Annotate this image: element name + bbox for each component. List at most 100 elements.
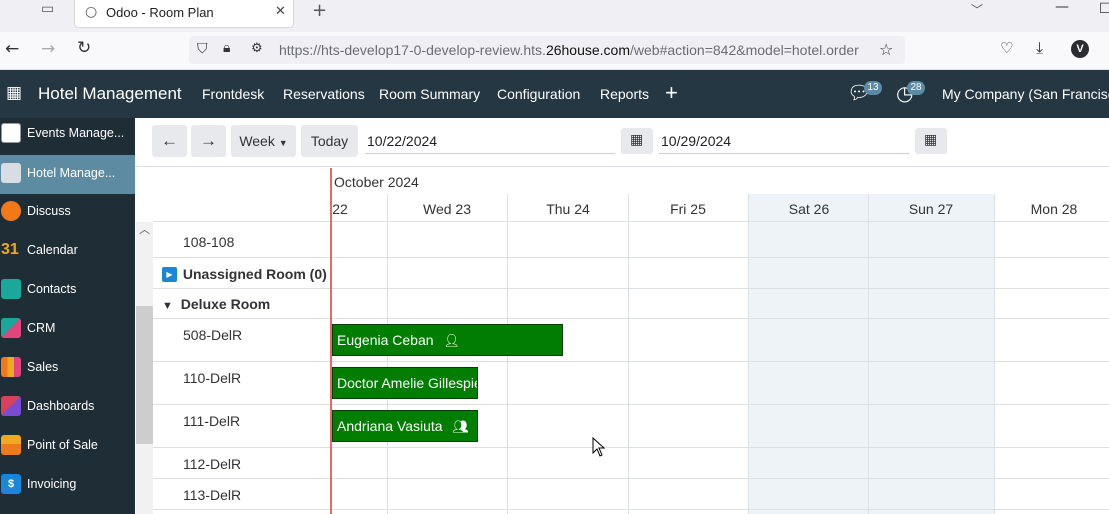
- sidebar-item-hotel[interactable]: Hotel Manage...: [0, 155, 135, 194]
- sidebar-item-contacts[interactable]: Contacts: [0, 271, 135, 310]
- sidebar-item-label: Calendar: [27, 243, 78, 257]
- calendar-picker-icon: ▦: [924, 132, 938, 148]
- unassigned-room-row[interactable]: ▶ Unassigned Room (0): [162, 265, 327, 282]
- start-date-picker-button[interactable]: ▦: [621, 128, 653, 154]
- today-button[interactable]: Today: [301, 125, 358, 157]
- pocket-icon[interactable]: ♡: [1000, 41, 1013, 56]
- booking-pill[interactable]: Eugenia Ceban 👤︎: [332, 324, 563, 356]
- day-header: Mon 28: [1030, 201, 1078, 217]
- menu-reports[interactable]: Reports: [600, 86, 649, 102]
- menu-configuration[interactable]: Configuration: [497, 86, 580, 102]
- url-text[interactable]: https://hts-develop17-0-develop-review.h…: [279, 42, 871, 58]
- menu-frontdesk[interactable]: Frontdesk: [202, 86, 264, 102]
- app-name[interactable]: Hotel Management: [38, 84, 182, 104]
- room-label-508: 508-DelR: [183, 327, 243, 343]
- sidebar-item-point-of-sale[interactable]: Point of Sale: [0, 427, 135, 466]
- scrollbar-thumb[interactable]: [136, 306, 153, 444]
- sidebar-item-label: Point of Sale: [27, 438, 98, 452]
- sidebar-item-calendar[interactable]: 31 Calendar: [0, 232, 135, 271]
- maximize-icon[interactable]: ☐: [1099, 2, 1109, 16]
- forward-icon[interactable]: →: [41, 41, 55, 58]
- sidebar-item-events[interactable]: Events Manage...: [0, 115, 135, 154]
- grid-column-line: [748, 194, 749, 514]
- app-grid-icon[interactable]: ▦: [6, 85, 22, 102]
- grid-column-line: [994, 194, 995, 514]
- day-header: Sat 26: [788, 201, 830, 217]
- grid-row-line: [153, 404, 1109, 405]
- activities-count-badge: 28: [907, 81, 925, 95]
- grid-row-line: [153, 288, 1109, 289]
- prev-period-button[interactable]: ←: [152, 125, 187, 157]
- end-date-input[interactable]: 10/29/2024: [659, 128, 909, 154]
- back-icon[interactable]: ←: [5, 41, 19, 58]
- sidebar-item-dashboards[interactable]: Dashboards: [0, 388, 135, 427]
- url-suffix: /web#action=842&model=hotel.order: [630, 42, 859, 58]
- minimize-icon[interactable]: —: [1055, 0, 1069, 14]
- sidebar-item-crm[interactable]: CRM: [0, 310, 135, 349]
- start-date-input[interactable]: 10/22/2024: [365, 128, 615, 154]
- menu-reservations[interactable]: Reservations: [283, 86, 365, 102]
- deluxe-room-group[interactable]: ▼ Deluxe Room: [162, 296, 270, 312]
- shield-icon[interactable]: ⛉: [197, 42, 208, 56]
- expand-arrow-icon[interactable]: ▶: [162, 266, 177, 282]
- reload-icon[interactable]: ↻: [77, 40, 91, 57]
- booking-pill[interactable]: Andriana Vasiuta 👥︎: [332, 410, 478, 442]
- sidebar-item-discuss[interactable]: Discuss: [0, 193, 135, 232]
- calendar-icon: 31: [1, 241, 19, 258]
- crm-icon: [1, 318, 21, 338]
- url-prefix: https://hts-develop17-0-develop-review.h…: [279, 42, 546, 58]
- grid-row-line: [153, 221, 1109, 222]
- sidebar-item-invoicing[interactable]: $ Invoicing: [0, 466, 135, 505]
- grid-row-line: [153, 318, 1109, 319]
- new-tab-icon[interactable]: +: [312, 2, 327, 20]
- scroll-up-icon[interactable]: ︿: [139, 224, 150, 235]
- sidebar-item-sales[interactable]: Sales: [0, 349, 135, 388]
- tab-overview-icon[interactable]: ▭: [41, 2, 54, 16]
- scale-dropdown[interactable]: Week ▼: [231, 125, 296, 157]
- booking-guest: Doctor Amelie Gillespie: [337, 375, 478, 391]
- sidebar-item-label: Events Manage...: [27, 126, 125, 140]
- planner-header-divider: [135, 166, 1109, 167]
- weekend-shade: [749, 194, 994, 514]
- bookmark-star-icon[interactable]: ☆: [879, 42, 893, 58]
- permissions-icon[interactable]: ⚙: [251, 42, 263, 55]
- events-icon: [1, 123, 21, 143]
- unassigned-room-label: Unassigned Room (0): [182, 266, 327, 283]
- collapse-triangle-icon[interactable]: ▼: [162, 300, 173, 312]
- download-icon[interactable]: ⤓: [1036, 40, 1043, 56]
- booking-pill[interactable]: Doctor Amelie Gillespie: [332, 367, 478, 399]
- lock-icon[interactable]: 🔒︎: [223, 41, 230, 55]
- close-tab-icon[interactable]: ✕: [275, 5, 286, 18]
- messages-count-badge: 13: [864, 81, 882, 95]
- day-header: Wed 23: [423, 201, 471, 217]
- caret-down-icon: ▼: [278, 138, 288, 148]
- grid-row-line: [153, 447, 1109, 448]
- app-sidebar: Events Manage... Hotel Manage... Discuss…: [0, 118, 135, 514]
- url-bar[interactable]: ⛉ 🔒︎ ⚙ https://hts-develop17-0-develop-r…: [189, 36, 905, 64]
- grid-row-line: [153, 361, 1109, 362]
- booking-guest: Andriana Vasiuta: [337, 418, 443, 434]
- tab-list-icon[interactable]: ﹀: [971, 4, 983, 16]
- add-menu-icon[interactable]: +: [665, 80, 678, 106]
- end-date-picker-button[interactable]: ▦: [915, 128, 947, 154]
- browser-tab[interactable]: ○ Odoo - Room Plan ✕: [74, 0, 294, 28]
- calendar-picker-icon: ▦: [630, 132, 644, 148]
- discuss-icon: [1, 201, 21, 221]
- room-label-108: 108-108: [183, 234, 235, 250]
- sidebar-item-label: CRM: [27, 321, 56, 335]
- invoicing-icon: $: [1, 474, 21, 494]
- profile-avatar[interactable]: V: [1071, 40, 1089, 58]
- contacts-icon: [1, 279, 21, 299]
- room-label-112: 112-DelR: [183, 456, 242, 472]
- month-label: October 2024: [334, 174, 419, 190]
- pos-icon: [1, 435, 21, 455]
- group-label: Deluxe Room: [180, 296, 271, 312]
- rows-scrollbar[interactable]: ︿: [136, 222, 153, 514]
- browser-tab-bar: ▭ ○ Odoo - Room Plan ✕ + ﹀ — ☐: [0, 0, 1109, 32]
- today-marker-line: [330, 168, 332, 514]
- tab-favicon-icon: ○: [85, 4, 98, 20]
- tab-title: Odoo - Room Plan: [106, 5, 214, 20]
- next-period-button[interactable]: →: [191, 125, 226, 157]
- company-switcher[interactable]: My Company (San Francisco): [942, 86, 1109, 102]
- menu-room-summary[interactable]: Room Summary: [379, 86, 480, 102]
